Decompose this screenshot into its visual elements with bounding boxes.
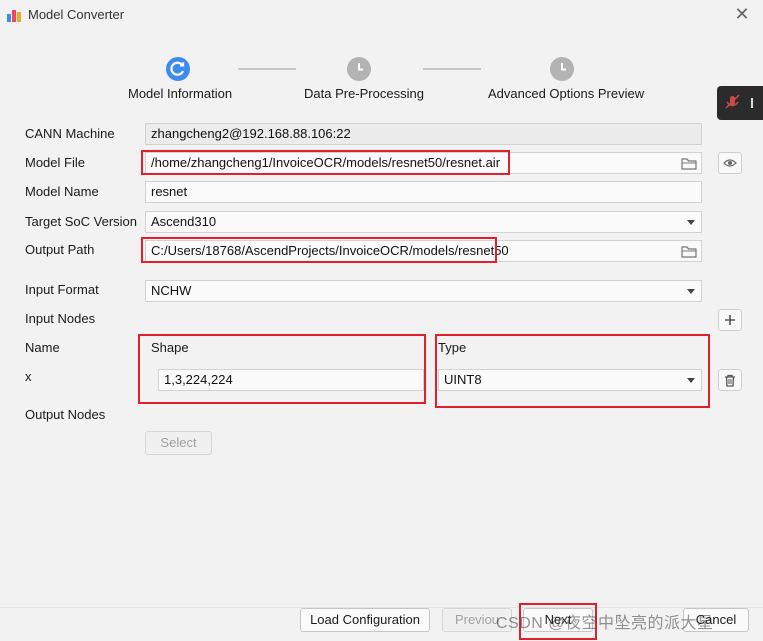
step-data-preprocessing-icon[interactable] xyxy=(347,57,371,81)
highlight-box xyxy=(435,334,710,408)
target-soc-select[interactable]: Ascend310 xyxy=(145,211,702,233)
plus-icon xyxy=(725,315,735,325)
watermark: CSDN @夜空中坠亮的派大星 xyxy=(496,615,714,632)
step-connector xyxy=(423,68,481,70)
mic-off-icon xyxy=(725,94,753,109)
highlight-box xyxy=(138,334,426,404)
input-format-select[interactable]: NCHW xyxy=(145,280,702,302)
folder-icon[interactable] xyxy=(681,244,697,258)
step-advanced-options-icon[interactable] xyxy=(550,57,574,81)
chevron-down-icon[interactable] xyxy=(687,289,695,294)
step-label-data-preprocessing[interactable]: Data Pre-Processing xyxy=(304,86,424,101)
cann-machine-field: zhangcheng2@192.168.88.106:22 xyxy=(145,123,702,145)
eye-button[interactable] xyxy=(718,152,742,174)
node-name-value: x xyxy=(25,369,32,384)
target-soc-label: Target SoC Version xyxy=(25,214,138,229)
input-nodes-label: Input Nodes xyxy=(25,311,96,326)
input-format-label: Input Format xyxy=(25,282,99,297)
trash-icon xyxy=(725,374,735,387)
chevron-down-icon[interactable] xyxy=(687,220,695,225)
output-nodes-label: Output Nodes xyxy=(25,407,106,422)
window-title: Model Converter xyxy=(28,7,125,22)
model-name-label: Model Name xyxy=(25,184,99,199)
step-model-information-icon[interactable] xyxy=(166,57,190,81)
eye-icon xyxy=(723,159,737,167)
highlight-box xyxy=(141,150,510,175)
highlight-box xyxy=(141,237,497,263)
close-icon[interactable]: ✕ xyxy=(733,5,751,23)
floating-toolbar[interactable] xyxy=(717,86,763,120)
folder-icon[interactable] xyxy=(681,156,697,170)
select-output-nodes-button[interactable]: Select xyxy=(145,431,212,455)
node-name-header: Name xyxy=(25,340,60,355)
model-file-label: Model File xyxy=(25,155,85,170)
step-label-model-information[interactable]: Model Information xyxy=(128,86,232,101)
output-path-label: Output Path xyxy=(25,242,95,257)
delete-node-button[interactable] xyxy=(718,369,742,391)
step-label-advanced-options[interactable]: Advanced Options Preview xyxy=(488,86,644,101)
app-logo-icon xyxy=(7,10,21,22)
model-name-input[interactable]: resnet xyxy=(145,181,702,203)
step-connector xyxy=(238,68,296,70)
add-node-button[interactable] xyxy=(718,309,742,331)
load-configuration-button[interactable]: Load Configuration xyxy=(300,608,430,632)
cann-machine-label: CANN Machine xyxy=(25,126,115,141)
